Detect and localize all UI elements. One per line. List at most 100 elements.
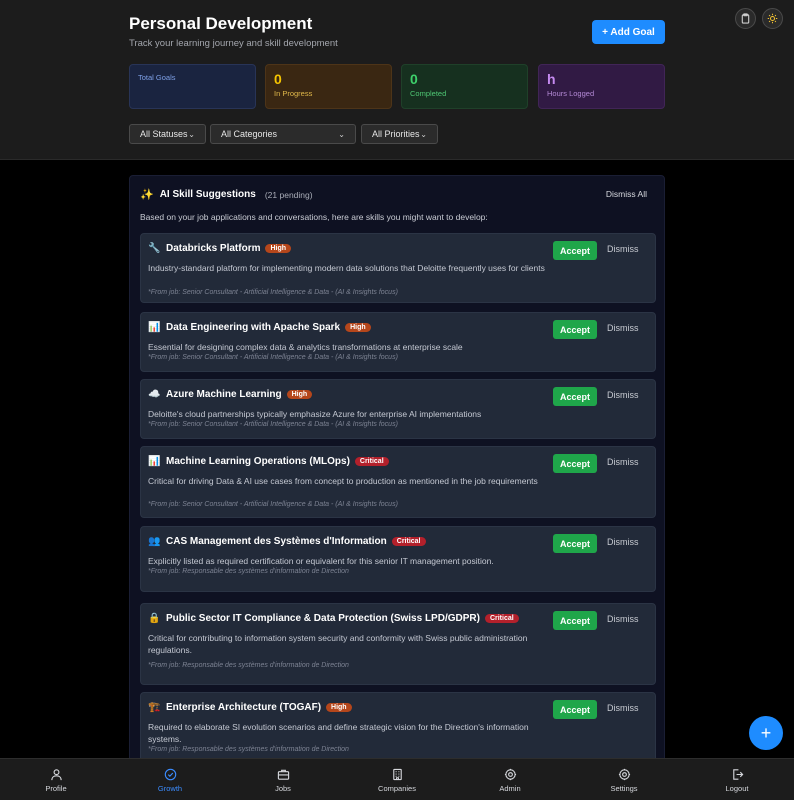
dismiss-button[interactable]: Dismiss — [607, 323, 639, 333]
gear-icon — [504, 768, 516, 780]
priority-badge: Critical — [354, 457, 389, 466]
panel-description: Based on your job applications and conve… — [140, 212, 488, 222]
accept-button[interactable]: Accept — [553, 320, 597, 339]
stat-total-goals: Total Goals — [129, 64, 256, 109]
suggestion-card: 🏗️ Enterprise Architecture (TOGAF) High Req… — [140, 692, 656, 762]
panel-heading: ✨ AI Skill Suggestions (21 pending) — [140, 189, 313, 201]
accept-button[interactable]: Accept — [553, 534, 597, 553]
page-title: Personal Development — [129, 14, 313, 33]
building-icon — [392, 768, 402, 780]
suggestion-card: 📊 Data Engineering with Apache Spark High E… — [140, 312, 656, 372]
accept-button[interactable]: Accept — [553, 387, 597, 406]
skill-icon: 🏗️ — [148, 702, 161, 713]
suggestion-heading: 📊 Data Engineering with Apache Spark High — [148, 322, 371, 333]
user-icon — [50, 768, 62, 780]
chevron-down-icon: ⌄ — [188, 129, 195, 139]
logout-icon — [732, 768, 743, 780]
dismiss-button[interactable]: Dismiss — [607, 703, 639, 713]
gear-icon — [618, 768, 630, 780]
skill-description: Required to elaborate SI evolution scena… — [148, 722, 529, 744]
target-icon — [164, 768, 176, 780]
sparkles-icon: ✨ — [140, 189, 154, 201]
skill-icon: ☁️ — [148, 389, 161, 400]
skill-description: Industry-standard platform for implement… — [148, 263, 545, 273]
nav-item-settings[interactable]: Settings — [584, 759, 664, 800]
theme-toggle-button[interactable] — [762, 8, 783, 29]
skill-description: Critical for contributing to information… — [148, 633, 528, 655]
accept-button[interactable]: Accept — [553, 241, 597, 260]
suggestion-card: 🔒 Public Sector IT Compliance & Data Prot… — [140, 603, 656, 685]
dismiss-button[interactable]: Dismiss — [607, 457, 639, 467]
suggestion-heading: 🔒 Public Sector IT Compliance & Data Prot… — [148, 613, 519, 624]
sun-icon — [767, 13, 778, 24]
suggestion-card: 🔧 Databricks Platform High Industry-standar… — [140, 233, 656, 303]
skill-icon: 📊 — [148, 456, 161, 467]
dismiss-button[interactable]: Dismiss — [607, 390, 639, 400]
skill-source: *From job: Senior Consultant - Artificia… — [148, 354, 398, 361]
stat-hours-logged: h Hours Logged — [538, 64, 665, 109]
stat-in-progress: 0 In Progress — [265, 64, 392, 109]
priority-badge: High — [286, 390, 313, 399]
nav-item-jobs[interactable]: Jobs — [243, 759, 323, 800]
dismiss-button[interactable]: Dismiss — [607, 244, 639, 254]
suggestion-heading: 🏗️ Enterprise Architecture (TOGAF) High — [148, 702, 352, 713]
accept-button[interactable]: Accept — [553, 700, 597, 719]
skill-icon: 📊 — [148, 322, 161, 333]
suggestion-heading: 👥 CAS Management des Systèmes d'Informati… — [148, 536, 426, 547]
skill-name: Data Engineering with Apache Spark — [166, 322, 341, 333]
skill-description: Deloitte's cloud partnerships typically … — [148, 409, 482, 419]
nav-item-growth[interactable]: Growth — [130, 759, 210, 800]
skill-source: *From job: Responsable des systèmes d'in… — [148, 662, 349, 669]
skill-source: *From job: Senior Consultant - Artificia… — [148, 289, 398, 296]
dismiss-all-button[interactable]: Dismiss All — [606, 189, 647, 199]
suggestion-heading: 🔧 Databricks Platform High — [148, 243, 292, 254]
suggestion-heading: ☁️ Azure Machine Learning High — [148, 389, 313, 400]
chevron-down-icon: ⌄ — [338, 129, 345, 139]
priority-badge: Critical — [484, 614, 519, 623]
skill-name: Machine Learning Operations (MLOps) — [166, 456, 350, 467]
dismiss-button[interactable]: Dismiss — [607, 614, 639, 624]
skill-source: *From job: Senior Consultant - Artificia… — [148, 421, 398, 428]
skill-icon: 🔧 — [148, 243, 161, 254]
accept-button[interactable]: Accept — [553, 611, 597, 630]
suggestion-heading: 📊 Machine Learning Operations (MLOps) Crit… — [148, 456, 389, 467]
skill-icon: 🔒 — [148, 613, 161, 624]
clipboard-button[interactable] — [735, 8, 756, 29]
stat-completed: 0 Completed — [401, 64, 528, 109]
skill-source: *From job: Responsable des systèmes d'in… — [148, 746, 349, 753]
bottom-nav: Profile Growth Jobs Companies Admin Sett… — [0, 758, 794, 800]
skill-description: Critical for driving Data & AI use cases… — [148, 476, 538, 486]
skill-name: Databricks Platform — [166, 243, 261, 254]
priority-filter-select[interactable]: All Priorities ⌄ — [361, 124, 438, 144]
clipboard-icon — [741, 13, 750, 24]
priority-badge: High — [345, 323, 371, 332]
skill-source: *From job: Responsable des systèmes d'in… — [148, 568, 349, 575]
accept-button[interactable]: Accept — [553, 454, 597, 473]
suggestion-card: 📊 Machine Learning Operations (MLOps) Crit… — [140, 446, 656, 518]
add-goal-button[interactable]: + Add Goal — [592, 20, 665, 44]
dismiss-button[interactable]: Dismiss — [607, 537, 639, 547]
nav-item-admin[interactable]: Admin — [470, 759, 550, 800]
category-filter-select[interactable]: All Categories ⌄ — [210, 124, 356, 144]
suggestion-card: ☁️ Azure Machine Learning High Deloitte's c… — [140, 379, 656, 439]
ai-suggestions-panel: ✨ AI Skill Suggestions (21 pending) Dism… — [129, 175, 665, 775]
pending-count: (21 pending) — [264, 189, 313, 200]
priority-badge: High — [326, 703, 352, 712]
skill-name: Enterprise Architecture (TOGAF) — [166, 702, 322, 713]
status-filter-select[interactable]: All Statuses ⌄ — [129, 124, 206, 144]
nav-item-profile[interactable]: Profile — [16, 759, 96, 800]
skill-description: Explicitly listed as required certificat… — [148, 556, 494, 566]
skill-name: Public Sector IT Compliance & Data Prote… — [166, 613, 480, 624]
priority-badge: Critical — [391, 537, 426, 546]
chevron-down-icon: ⌄ — [420, 129, 427, 139]
priority-badge: High — [265, 244, 292, 253]
floating-add-button[interactable]: + — [749, 716, 783, 750]
nav-item-companies[interactable]: Companies — [357, 759, 437, 800]
skill-icon: 👥 — [148, 536, 161, 547]
briefcase-icon — [277, 769, 289, 780]
skill-name: Azure Machine Learning — [166, 389, 282, 400]
suggestion-card: 👥 CAS Management des Systèmes d'Informati… — [140, 526, 656, 592]
nav-item-logout[interactable]: Logout — [697, 759, 777, 800]
skill-name: CAS Management des Systèmes d'Informatio… — [166, 536, 387, 547]
page-header: Personal Development Track your learning… — [0, 0, 794, 160]
